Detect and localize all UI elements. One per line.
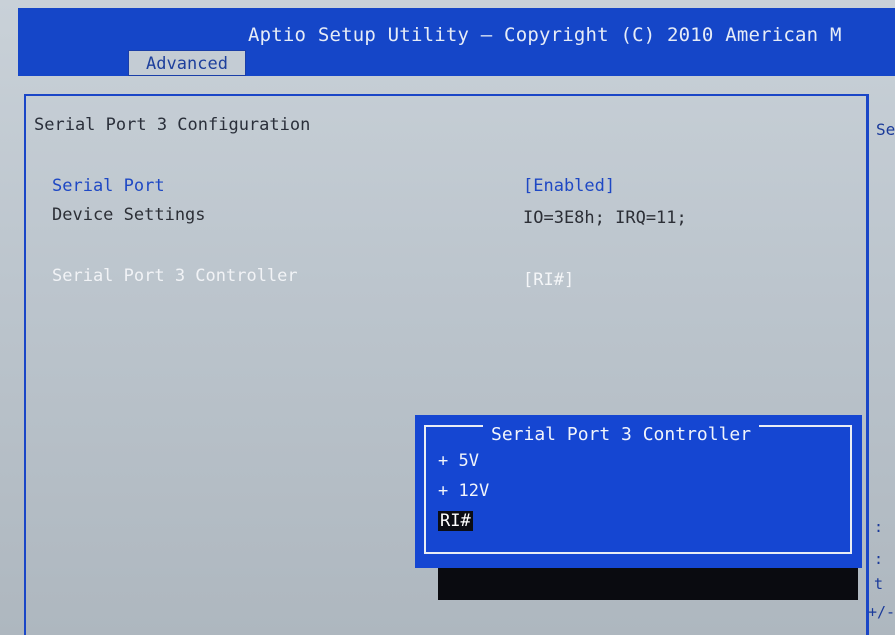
- setting-controller-value[interactable]: [RI#]: [523, 270, 574, 290]
- app-title: Aptio Setup Utility – Copyright (C) 2010…: [248, 24, 842, 46]
- setting-device-settings-value: IO=3E8h; IRQ=11;: [523, 208, 687, 228]
- help-panel-divider: [866, 94, 869, 635]
- setting-serial-port-value[interactable]: [Enabled]: [523, 176, 615, 196]
- setting-serial-port-label[interactable]: Serial Port: [52, 176, 165, 196]
- panel-top-border: [24, 94, 868, 96]
- panel-left-border: [24, 94, 26, 635]
- popup-option-12v[interactable]: + 12V: [438, 481, 489, 501]
- page-title: Serial Port 3 Configuration: [34, 115, 311, 135]
- help-fragment-2: :: [874, 550, 884, 568]
- help-fragment-4: +/-: [868, 603, 895, 621]
- setting-device-settings-label: Device Settings: [52, 205, 206, 225]
- tab-advanced[interactable]: Advanced: [128, 50, 246, 76]
- help-panel-title: Se: [876, 120, 895, 139]
- help-fragment-3: t: [874, 575, 884, 593]
- help-fragment-1: :: [874, 518, 884, 536]
- popup-option-5v[interactable]: + 5V: [438, 451, 479, 471]
- setting-controller-label[interactable]: Serial Port 3 Controller: [52, 266, 298, 286]
- popup-title: Serial Port 3 Controller: [483, 424, 760, 445]
- bios-screen: Aptio Setup Utility – Copyright (C) 2010…: [0, 0, 895, 635]
- popup-option-ri[interactable]: RI#: [438, 511, 473, 531]
